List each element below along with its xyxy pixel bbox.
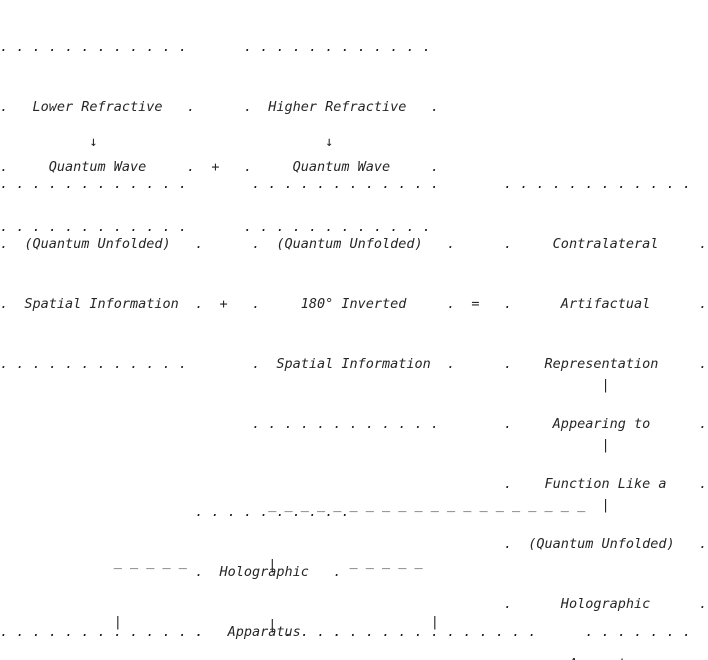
diagram-canvas: . . . . . . . . . . . . . . . . . . . . … [0, 0, 708, 660]
feedback-pipe-2: | [0, 437, 708, 453]
feedback-pipe-1: | [0, 377, 708, 393]
top-boxes-top-border: . . . . . . . . . . . . . . . . . . . . … [0, 39, 456, 55]
bottom-boxes-top-border: . . . . . . . . . . . . . . . . . . . . … [0, 624, 708, 640]
bottom-row-group: . . . . . . . . . . . . . . . . . . . . … [0, 582, 708, 660]
middle-boxes-line1: . (Quantum Unfolded) . . (Quantum Unfold… [0, 236, 708, 252]
middle-boxes-top-border: . . . . . . . . . . . . . . . . . . . . … [0, 176, 708, 192]
split-dashes: _ _ _ _ _ _ _ _ _ _ [0, 554, 708, 570]
middle-boxes-line2: . Spatial Information . + . 180° Inverte… [0, 296, 708, 312]
